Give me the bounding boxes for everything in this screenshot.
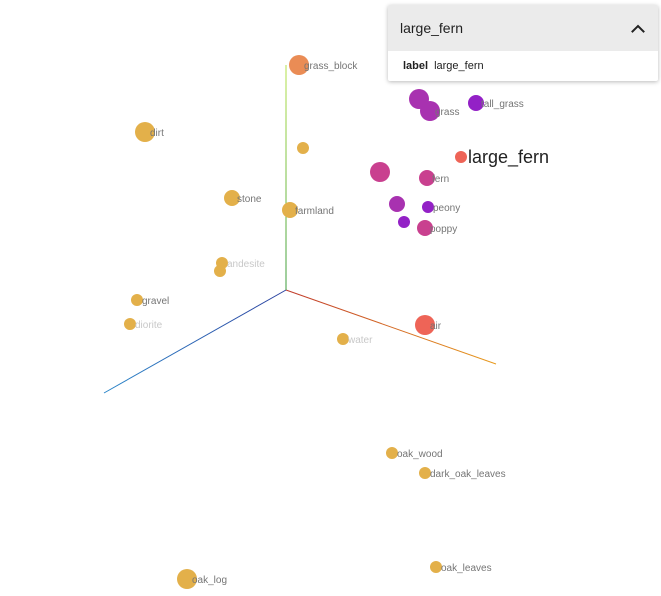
scatter-3d-canvas[interactable]: grass_blockdirt stone farmland andesite grav…	[0, 0, 661, 596]
point-label: farmland	[295, 206, 334, 217]
point-label: poppy	[430, 224, 457, 235]
point-label: stone	[237, 194, 262, 205]
point-farmland[interactable]: farmland	[282, 202, 334, 218]
point-label: grass	[435, 107, 459, 118]
points-layer[interactable]: grass_blockdirt stone farmland andesite grav…	[124, 55, 549, 589]
point-label: gravel	[142, 296, 169, 307]
point-unlabeled-19[interactable]	[370, 162, 390, 182]
point-unlabeled-21[interactable]	[389, 196, 405, 212]
point-label: andesite	[227, 259, 265, 270]
point-grass[interactable]: grass	[420, 101, 459, 121]
point-air[interactable]: air	[415, 315, 442, 335]
selection-card-properties: label large_fern	[388, 51, 658, 81]
point-oak-wood[interactable]: oak_wood	[386, 447, 443, 460]
point-fern[interactable]: fern	[419, 170, 449, 186]
point-dark-oak-leaves[interactable]: dark_oak_leaves	[419, 467, 506, 480]
selected-point-title: large_fern	[400, 20, 464, 36]
point-label: peony	[433, 203, 460, 214]
point-label: grass_block	[304, 61, 358, 72]
point-large-fern[interactable]: large_fern	[455, 147, 549, 168]
point-unlabeled-6[interactable]	[214, 265, 226, 277]
point-label: fern	[432, 174, 449, 185]
point-dirt[interactable]: dirt	[135, 122, 164, 142]
point-oak-log[interactable]: oak_log	[177, 569, 227, 589]
point-label: oak_leaves	[441, 563, 492, 574]
point-oak-leaves[interactable]: oak_leaves	[430, 561, 492, 574]
point-gravel[interactable]: gravel	[131, 294, 169, 307]
point-label: oak_wood	[397, 449, 443, 460]
point-grass-block[interactable]: grass_block	[289, 55, 358, 75]
point-marker[interactable]	[297, 142, 309, 154]
property-value: large_fern	[434, 60, 484, 72]
point-label: air	[430, 321, 442, 332]
chevron-up-icon[interactable]	[630, 20, 646, 36]
z-axis-line	[103, 289, 287, 394]
point-poppy[interactable]: poppy	[417, 220, 457, 236]
point-diorite[interactable]: diorite	[124, 318, 163, 331]
point-marker[interactable]	[370, 162, 390, 182]
selection-card-header[interactable]: large_fern	[388, 5, 658, 51]
point-label: dark_oak_leaves	[430, 469, 506, 480]
point-label: diorite	[135, 320, 163, 331]
point-label: dirt	[150, 128, 164, 139]
point-water[interactable]: water	[337, 333, 373, 346]
x-axis-line	[285, 289, 497, 365]
point-peony[interactable]: peony	[422, 201, 460, 214]
point-unlabeled-2[interactable]	[297, 142, 309, 154]
point-label: oak_log	[192, 575, 227, 586]
point-marker[interactable]	[455, 151, 467, 163]
property-key: label	[403, 60, 429, 72]
point-marker[interactable]	[389, 196, 405, 212]
point-tall-grass[interactable]: tall_grass	[468, 95, 524, 111]
point-marker[interactable]	[214, 265, 226, 277]
point-stone[interactable]: stone	[224, 190, 262, 206]
point-marker[interactable]	[398, 216, 410, 228]
selection-card: large_fern label large_fern	[388, 5, 658, 81]
point-label: tall_grass	[481, 99, 524, 110]
point-label: large_fern	[468, 147, 549, 168]
point-unlabeled-24[interactable]	[398, 216, 410, 228]
embedding-projector-view: grass_blockdirt stone farmland andesite grav…	[0, 0, 661, 596]
point-label: water	[347, 335, 373, 346]
